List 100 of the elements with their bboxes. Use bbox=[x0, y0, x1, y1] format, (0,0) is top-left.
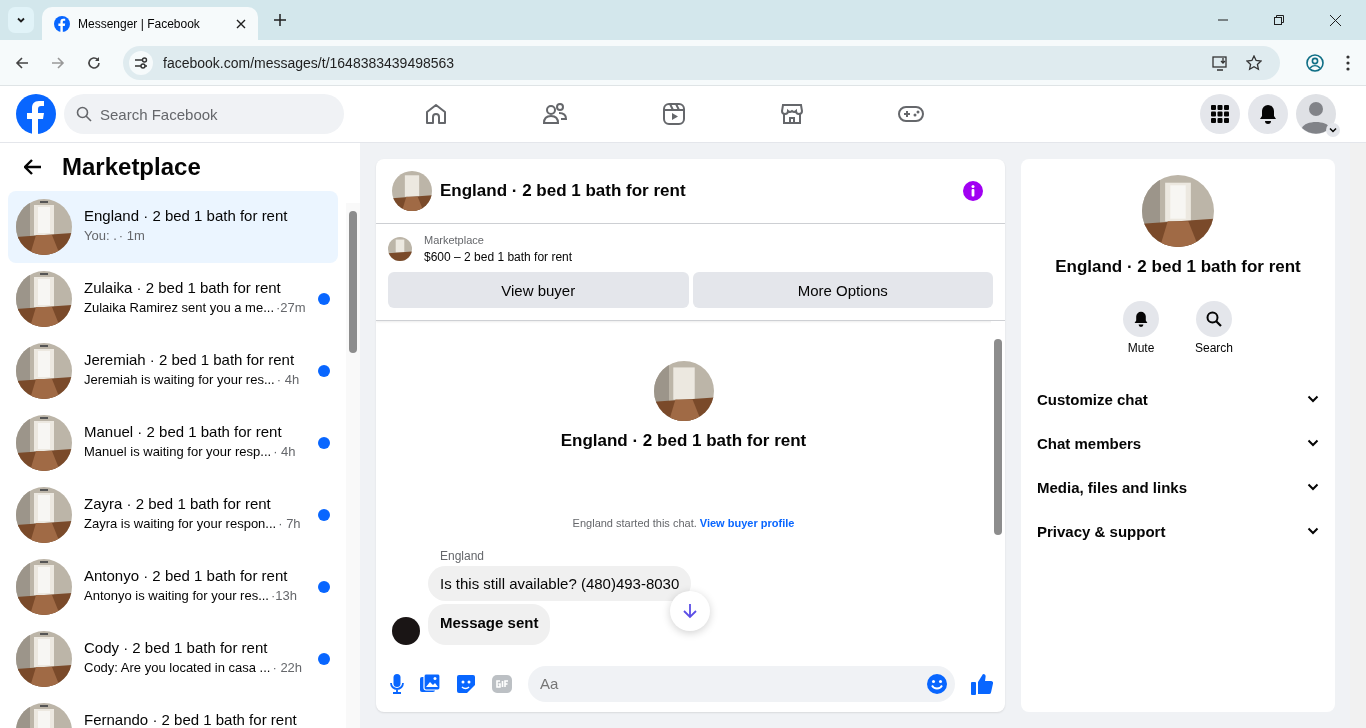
chevron-down-icon bbox=[1307, 483, 1319, 491]
address-bar[interactable]: facebook.com/messages/t/1648383439498563 bbox=[123, 45, 1280, 80]
url-text: facebook.com/messages/t/1648383439498563 bbox=[163, 54, 455, 71]
conversation-item[interactable]: England · 2 bed 1 bath for rent You: .· 1m bbox=[8, 191, 338, 263]
sender-avatar bbox=[392, 617, 420, 645]
image-icon[interactable] bbox=[420, 673, 440, 694]
scrollbar[interactable] bbox=[346, 203, 360, 728]
message-bubble: Message sent bbox=[428, 604, 551, 645]
details-section[interactable]: Customize chat bbox=[1037, 377, 1319, 421]
details-title: England · 2 bed 1 bath for rent bbox=[1055, 257, 1301, 277]
bookmark-star-icon[interactable] bbox=[1246, 54, 1262, 71]
message-preview: Jeremiah is waiting for your res... bbox=[84, 372, 275, 387]
message-time: ·27m bbox=[276, 300, 306, 315]
listing-summary: $600 – 2 bed 1 bath for rent bbox=[424, 250, 573, 264]
sidebar-title: Marketplace bbox=[62, 153, 201, 181]
chevron-down-icon bbox=[1307, 395, 1319, 403]
scrollbar[interactable] bbox=[991, 321, 1005, 655]
message-input[interactable]: Aa bbox=[528, 665, 955, 702]
thumbs-up-icon[interactable] bbox=[971, 672, 993, 695]
message-preview: Cody: Are you located in casa ... bbox=[84, 660, 271, 675]
menu-icon[interactable] bbox=[1346, 54, 1350, 71]
action-label: Mute bbox=[1127, 341, 1155, 355]
listing-action-button[interactable]: More Options bbox=[692, 272, 993, 308]
conversation-item[interactable]: Manuel · 2 bed 1 bath for rent Manuel is waiting for your resp...· 4h bbox=[8, 407, 338, 479]
conversation-title: Zayra · 2 bed 1 bath for rent bbox=[84, 495, 272, 512]
restore-icon[interactable] bbox=[1274, 15, 1284, 25]
microphone-icon[interactable] bbox=[390, 673, 404, 694]
message-preview: Antonyo is waiting for your res... bbox=[84, 588, 269, 603]
bell-icon bbox=[1258, 104, 1278, 124]
chat-start-note: England started this chat. bbox=[572, 517, 697, 529]
new-tab-icon[interactable] bbox=[274, 14, 286, 26]
emoji-icon[interactable] bbox=[927, 673, 947, 694]
message-time: · 7h bbox=[278, 516, 301, 531]
page-scrollbar[interactable] bbox=[1350, 143, 1366, 728]
store-icon[interactable] bbox=[780, 102, 804, 126]
install-app-icon[interactable] bbox=[1212, 54, 1228, 71]
home-icon[interactable] bbox=[424, 102, 448, 126]
action-label: Search bbox=[1195, 341, 1233, 355]
conversation-title: Fernando · 2 bed 1 bath for rent bbox=[84, 711, 298, 728]
forward-icon[interactable] bbox=[51, 55, 65, 70]
conversation-item[interactable]: Zulaika · 2 bed 1 bath for rent Zulaika Ramirez sent you a me...·27m bbox=[8, 263, 338, 335]
message-bubble: Is this still available? (480)493-8030 bbox=[428, 566, 692, 601]
video-icon[interactable] bbox=[662, 102, 686, 126]
notifications-button[interactable] bbox=[1248, 94, 1288, 134]
mute-button[interactable] bbox=[1123, 301, 1159, 337]
conversation-title: Zulaika · 2 bed 1 bath for rent bbox=[84, 279, 282, 296]
message-time: ·13h bbox=[271, 588, 297, 603]
conversation-title: Cody · 2 bed 1 bath for rent bbox=[84, 639, 269, 656]
chevron-down-icon bbox=[1307, 439, 1319, 447]
sticker-icon[interactable] bbox=[456, 673, 476, 694]
chevron-down-icon bbox=[1307, 527, 1319, 535]
listing-action-button[interactable]: View buyer bbox=[388, 272, 689, 308]
facebook-logo-icon bbox=[54, 15, 70, 32]
search-field[interactable]: Search Facebook bbox=[64, 94, 344, 134]
chevron-down-icon[interactable] bbox=[1326, 123, 1340, 137]
conversation-title: Antonyo · 2 bed 1 bath for rent bbox=[84, 567, 289, 584]
reload-icon[interactable] bbox=[87, 55, 101, 70]
message-time: · 1m bbox=[118, 228, 145, 243]
tab-title: Messenger | Facebook bbox=[78, 16, 201, 31]
bell-icon bbox=[1133, 311, 1149, 327]
close-icon[interactable] bbox=[1330, 14, 1341, 26]
friends-icon[interactable] bbox=[542, 102, 568, 126]
conversation-item[interactable]: Fernando · 2 bed 1 bath for rent bbox=[8, 695, 338, 728]
search-icon bbox=[76, 106, 92, 122]
conversation-title: Manuel · 2 bed 1 bath for rent bbox=[84, 423, 283, 440]
listing-label: Marketplace bbox=[424, 234, 485, 246]
search-icon bbox=[1206, 311, 1222, 327]
chat-title: England · 2 bed 1 bath for rent bbox=[440, 181, 686, 201]
conversation-title: England · 2 bed 1 bath for rent bbox=[84, 207, 289, 224]
conversation-item[interactable]: Jeremiah · 2 bed 1 bath for rent Jeremiah is waiting for your res...· 4h bbox=[8, 335, 338, 407]
message-preview: Zayra is waiting for your respon... bbox=[84, 516, 277, 531]
conversation-item[interactable]: Zayra · 2 bed 1 bath for rent Zayra is waiting for your respon...· 7h bbox=[8, 479, 338, 551]
message-preview: Manuel is waiting for your resp... bbox=[84, 444, 272, 459]
details-section[interactable]: Media, files and links bbox=[1037, 465, 1319, 509]
account-avatar[interactable] bbox=[1296, 94, 1336, 134]
profile-icon[interactable] bbox=[1306, 53, 1324, 72]
back-arrow-icon[interactable] bbox=[24, 159, 42, 175]
message-time: · 4h bbox=[273, 444, 296, 459]
gamepad-icon[interactable] bbox=[898, 104, 924, 124]
conversation-title: Jeremiah · 2 bed 1 bath for rent bbox=[84, 351, 296, 368]
grid-icon bbox=[1210, 104, 1230, 124]
conversation-item[interactable]: Cody · 2 bed 1 bath for rent Cody: Are you located in casa ...· 22h bbox=[8, 623, 338, 695]
search-button[interactable] bbox=[1196, 301, 1232, 337]
scroll-down-button[interactable] bbox=[670, 591, 710, 631]
sender-name: England bbox=[440, 549, 486, 563]
view-buyer-profile-link[interactable]: View buyer profile bbox=[699, 517, 795, 529]
arrow-down-icon bbox=[683, 603, 697, 619]
browser-tab[interactable]: Messenger | Facebook bbox=[42, 7, 258, 40]
site-settings-icon[interactable] bbox=[129, 50, 153, 75]
details-section[interactable]: Chat members bbox=[1037, 421, 1319, 465]
close-icon[interactable] bbox=[236, 18, 246, 29]
message-time: · 22h bbox=[272, 660, 303, 675]
apps-grid-button[interactable] bbox=[1200, 94, 1240, 134]
message-preview: You: . bbox=[84, 228, 117, 243]
back-icon[interactable] bbox=[15, 55, 29, 70]
info-icon[interactable] bbox=[963, 181, 983, 201]
facebook-logo-icon[interactable] bbox=[16, 94, 56, 134]
message-preview: Zulaika Ramirez sent you a me... bbox=[84, 300, 275, 315]
details-section[interactable]: Privacy & support bbox=[1037, 509, 1319, 553]
conversation-item[interactable]: Antonyo · 2 bed 1 bath for rent Antonyo is waiting for your res...·13h bbox=[8, 551, 338, 623]
